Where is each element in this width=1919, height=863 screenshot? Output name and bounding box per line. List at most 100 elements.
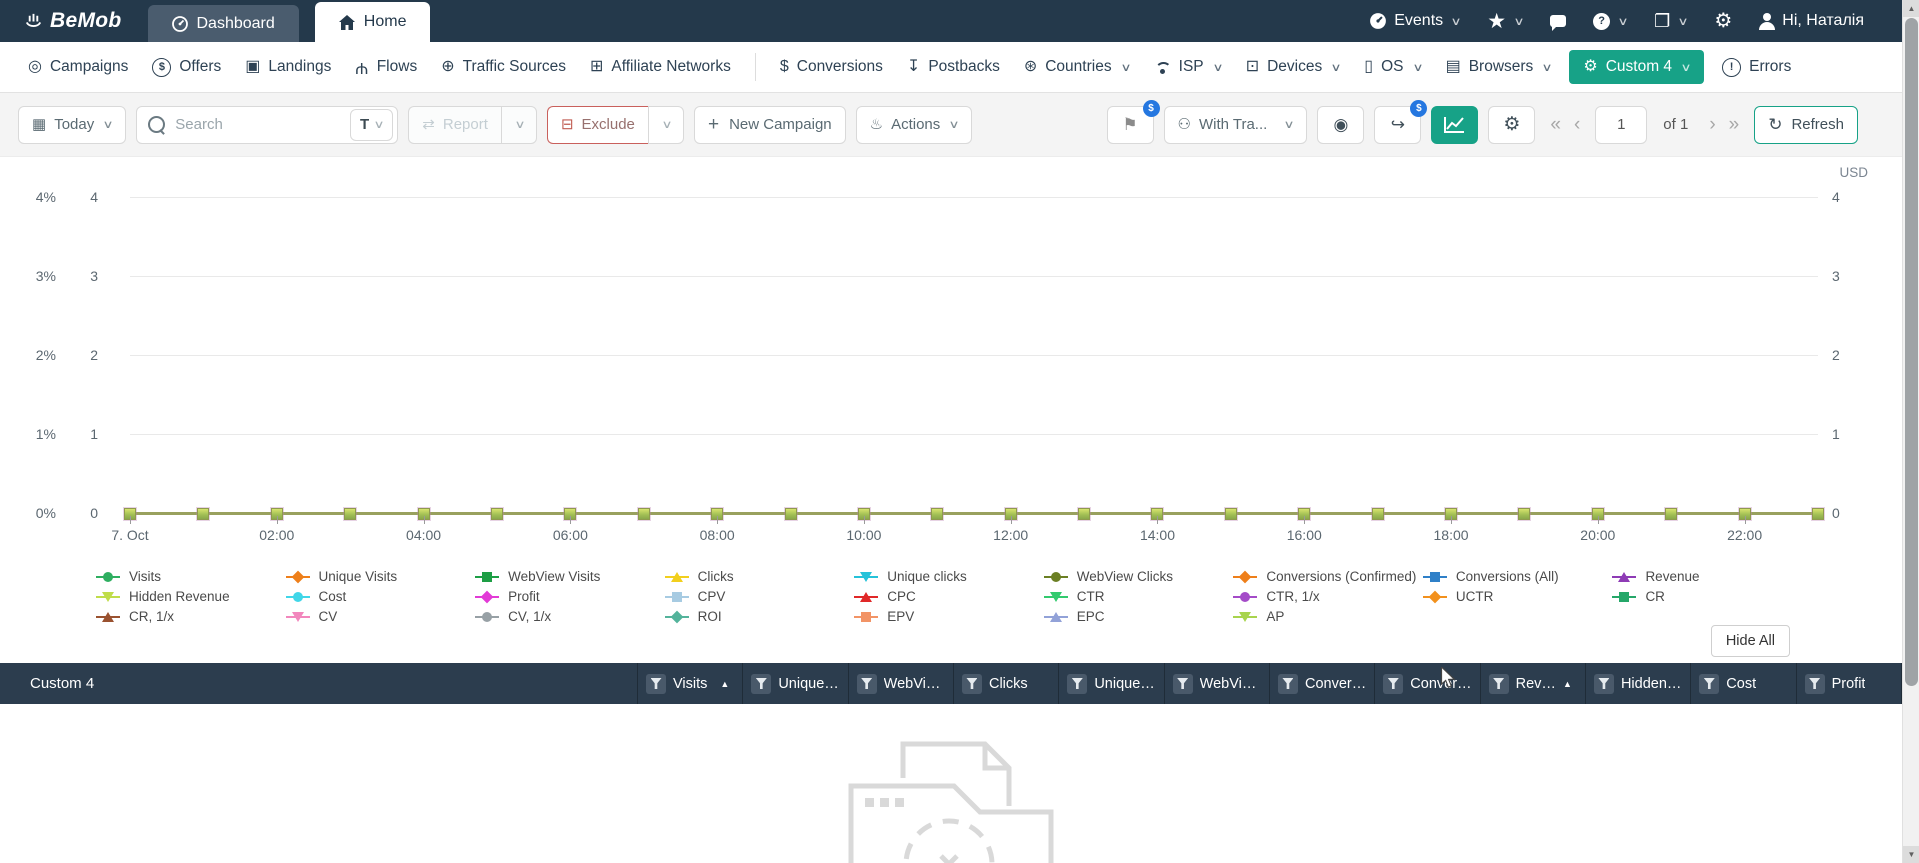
settings-button[interactable]: ⚙ [1714,11,1732,31]
nav-item-conversions[interactable]: $ Conversions [768,50,895,84]
legend-item[interactable]: ROI [664,609,851,624]
exclude-button[interactable]: ⊟ Exclude [546,105,648,144]
filter-funnel-icon[interactable] [1593,673,1614,694]
nav-item-devices[interactable]: ⊡ Devices ∨ [1234,50,1353,84]
docs-menu[interactable]: ❐ ∨ [1654,12,1689,30]
table-settings-button[interactable]: ⚙ [1488,105,1536,144]
filter-funnel-icon[interactable] [646,673,666,694]
legend-item[interactable]: CPV [664,589,851,604]
page-scrollbar[interactable]: ▲ ▼ [1902,0,1919,863]
nav-item-affiliate-networks[interactable]: ⊞ Affiliate Networks [578,50,743,84]
legend-item[interactable]: Visits [96,569,282,584]
nav-item-traffic-sources[interactable]: ⊕ Traffic Sources [429,50,578,84]
column-header-unique[interactable]: Unique ... [1059,663,1165,704]
nav-item-errors[interactable]: ! Errors [1710,50,1803,85]
legend-item[interactable]: Cost [285,589,472,604]
data-point-marker[interactable] [344,507,357,520]
legend-item[interactable]: AP [1233,609,1419,624]
share-button[interactable]: ↪ $ [1374,99,1428,144]
legend-item[interactable]: EPC [1043,609,1230,624]
chart-toggle-button[interactable] [1431,105,1479,144]
legend-item[interactable]: EPV [854,609,1040,624]
legend-item[interactable]: CPC [854,589,1040,604]
flag-button[interactable]: ⚑ $ [1106,99,1160,144]
visibility-button[interactable]: ◉ [1317,105,1365,144]
column-header-hidden[interactable]: Hidden ... [1586,663,1692,704]
column-header-convers[interactable]: Convers... [1270,663,1376,704]
nav-item-countries[interactable]: ⊛ Countries ∨ [1012,50,1142,84]
actions-button[interactable]: ♨ Actions ∨ [855,105,973,144]
events-menu[interactable]: Events ∨ [1369,12,1462,30]
filter-funnel-icon[interactable] [1488,673,1509,694]
legend-item[interactable]: CV [285,609,472,624]
legend-item[interactable]: Clicks [664,569,851,584]
table-header-group-column[interactable]: Custom 4 [0,663,638,704]
column-header-convers[interactable]: Convers... [1375,663,1481,704]
legend-item[interactable]: Unique Visits [285,569,472,584]
nav-item-os[interactable]: ▯ OS ∨ [1352,50,1433,84]
nav-item-postbacks[interactable]: ↧ Postbacks [895,50,1012,84]
bemob-logo[interactable]: BeMob [0,0,148,42]
nav-item-browsers[interactable]: ▤ Browsers ∨ [1434,50,1564,84]
filter-funnel-icon[interactable] [1277,673,1298,694]
search-type-button[interactable]: T ∨ [350,108,394,141]
legend-item[interactable]: CR [1612,589,1798,604]
column-header-unique[interactable]: Unique ... [743,663,849,704]
filter-funnel-icon[interactable] [961,673,982,694]
filter-funnel-icon[interactable] [1067,673,1088,694]
column-header-webvie[interactable]: WebVie... [1165,663,1270,704]
legend-item[interactable]: WebView Visits [475,569,661,584]
legend-item[interactable]: CTR [1043,589,1230,604]
legend-item[interactable]: UCTR [1422,589,1609,604]
legend-item[interactable]: Revenue [1612,569,1798,584]
filter-funnel-icon[interactable] [1383,673,1404,694]
data-point-marker[interactable] [1665,507,1678,520]
last-page-button[interactable]: » [1724,114,1745,136]
nav-item-campaigns[interactable]: ◎ Campaigns [16,50,140,84]
column-header-webvie[interactable]: WebVie... [849,663,954,704]
nav-item-custom-4[interactable]: ⚙ Custom 4 ∨ [1569,50,1705,84]
filter-funnel-icon[interactable] [1699,673,1720,694]
filter-funnel-icon[interactable] [1172,673,1193,694]
prev-page-button[interactable]: ‹ [1569,114,1585,136]
next-page-button[interactable]: › [1704,114,1720,136]
filter-funnel-icon[interactable] [856,673,877,694]
data-point-marker[interactable] [1078,507,1091,520]
data-point-marker[interactable] [197,507,210,520]
refresh-button[interactable]: ↻ Refresh [1754,105,1858,144]
nav-item-isp[interactable]: ISP ∨ [1142,50,1234,84]
report-button[interactable]: ⇄ Report [408,105,501,144]
user-menu[interactable]: Hi, Наталія [1759,12,1864,30]
nav-item-flows[interactable]: Ψ Flows [343,50,429,84]
legend-item[interactable]: Hidden Revenue [96,589,282,604]
traffic-filter-button[interactable]: ⚇ With Tra... ∨ [1163,105,1308,144]
filter-funnel-icon[interactable] [751,673,772,694]
legend-item[interactable]: CV, 1/x [475,609,661,624]
legend-item[interactable]: Conversions (Confirmed) [1233,569,1419,584]
search-input[interactable] [173,115,351,134]
scrollbar-down-button[interactable]: ▼ [1903,846,1919,863]
legend-item[interactable]: Conversions (All) [1422,569,1609,584]
column-header-profit[interactable]: Profit [1797,663,1902,704]
hide-all-button[interactable]: Hide All [1710,625,1790,657]
help-menu[interactable]: ? ∨ [1593,12,1629,30]
report-dropdown-button[interactable]: ∨ [500,105,537,144]
column-header-revenue[interactable]: Revenue ▲ [1481,663,1586,704]
legend-item[interactable]: Unique clicks [854,569,1040,584]
date-range-button[interactable]: ▦ Today ∨ [18,105,127,144]
nav-item-offers[interactable]: $ Offers [140,50,233,85]
legend-item[interactable]: CR, 1/x [96,609,282,624]
data-point-marker[interactable] [1518,507,1531,520]
legend-item[interactable]: WebView Clicks [1043,569,1230,584]
data-point-marker[interactable] [637,507,650,520]
column-header-visits[interactable]: Visits ▲ [638,663,744,704]
filter-funnel-icon[interactable] [1804,673,1825,694]
scrollbar-thumb[interactable] [1905,18,1918,686]
page-number-input[interactable] [1595,105,1648,144]
data-point-marker[interactable] [784,507,797,520]
column-header-cost[interactable]: Cost [1691,663,1797,704]
data-point-marker[interactable] [1812,507,1824,520]
data-point-marker[interactable] [490,507,503,520]
new-campaign-button[interactable]: + New Campaign [693,105,846,144]
favorites-menu[interactable]: ★ ∨ [1487,11,1525,32]
